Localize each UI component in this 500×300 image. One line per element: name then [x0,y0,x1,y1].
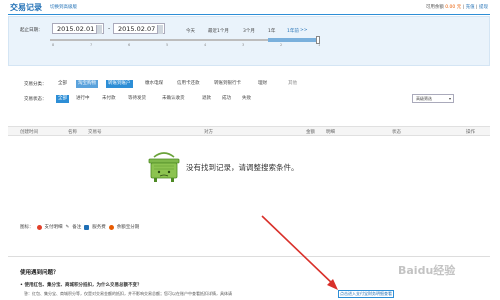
quick-range-3-months[interactable]: 3个月 [243,28,255,34]
legend-service-fee: 服务费 [92,225,106,230]
status-option-all[interactable]: 全部 [56,95,69,103]
quick-range-1-year[interactable]: 1年 [268,28,275,34]
legend-note: 备注 [72,225,82,230]
calendar-icon[interactable] [96,25,102,34]
type-option-other[interactable]: 其他 [286,80,299,88]
calendar-icon[interactable] [157,25,163,34]
column-created-time: 创建时间 [20,130,38,135]
type-option-utilities[interactable]: 缴水电煤 [143,80,165,88]
type-option-all[interactable]: 全部 [56,80,69,88]
status-option-unpaid[interactable]: 未付款 [100,95,118,103]
status-option-refund[interactable]: 退款 [200,95,213,103]
icon-legend: 图标： 支付明细 ✎ 备注 服务费 余额宝分期 [20,224,139,230]
type-option-taobao[interactable]: 淘宝购物 [76,80,98,88]
faq-question: • 使用红包、集分宝、商城积分抵扣，为什么交易总额不变？ [20,283,142,288]
end-date-value: 2015.02.07 [118,25,156,33]
legend-label: 图标： [20,225,34,230]
header-divider [8,14,490,15]
column-counterparty: 对方 [204,130,213,135]
date-slider-range [268,38,318,42]
column-amount: 金额 [306,130,315,135]
note-icon: ✎ [65,224,70,230]
balance-area: 可用余额 0.00 元 | 充值 | 提现 [425,5,488,10]
column-trade-no: 交易号 [88,130,102,135]
slider-tick: 8 [52,43,55,47]
withdraw-link[interactable]: 提现 [479,5,488,10]
quick-range-before-1-year[interactable]: 1年前 [287,28,299,34]
quick-range-1-month[interactable]: 最近1个月 [208,28,229,34]
status-label: 交易状态： [24,97,47,102]
column-detail: 明细 [326,130,335,135]
column-actions: 操作 [466,130,475,135]
slider-tick: 2 [280,43,283,47]
slider-tick: 6 [128,43,131,47]
chevron-right-icon[interactable]: >> [300,28,308,33]
status-option-awaiting-shipment[interactable]: 等待发货 [126,95,148,103]
date-separator: - [108,25,111,32]
status-option-success[interactable]: 成功 [220,95,233,103]
yuebao-installment-icon [108,224,114,230]
type-option-bank-transfer[interactable]: 转账到银行卡 [212,80,243,88]
start-date-input[interactable]: 2015.02.01 [52,23,104,34]
service-fee-icon [84,224,90,230]
start-date-value: 2015.02.01 [57,25,95,33]
type-label: 交易分类： [24,82,47,87]
quick-range-today[interactable]: 今天 [186,28,195,34]
recharge-link[interactable]: 充值 [466,5,475,10]
page-header: 交易记录 切换到高级版 可用余额 0.00 元 | 充值 | 提现 [0,0,500,14]
slider-tick: 5 [166,43,169,47]
slider-tick: 4 [204,43,207,47]
page-title: 交易记录 [10,3,42,12]
finance-detail-link[interactable]: 点击进入支付宝财务明细查看 [338,290,394,298]
empty-message: 没有找到记录，请调整搜索条件。 [186,163,299,172]
legend-payment-detail: 支付明细 [44,225,63,230]
switch-advanced-link[interactable]: 切换到高级版 [50,4,77,10]
watermark-logo: Baidu经验 [398,264,456,277]
advanced-filter-dropdown[interactable]: 高级筛选 [412,94,454,103]
help-title: 使用遇到问题？ [20,270,59,276]
empty-basket-icon [148,152,180,182]
status-option-in-progress[interactable]: 进行中 [74,95,92,103]
slider-tick: 7 [90,43,93,47]
end-date-input[interactable]: 2015.02.07 [113,23,165,34]
balance-label: 可用余额 [425,5,444,10]
column-status: 状态 [392,130,401,135]
table-header: 创建时间 名称 交易号 对方 金额 明细 状态 操作 [8,126,490,136]
type-option-transfer-account[interactable]: 转账到账户 [106,80,133,88]
balance-amount: 0.00 元 [445,5,462,10]
legend-yuebao: 余额宝分期 [116,225,140,230]
status-option-unconfirmed[interactable]: 未确认收货 [160,95,187,103]
slider-tick: 1 [318,43,321,47]
date-label: 起止日期： [20,28,43,33]
status-option-failed[interactable]: 失败 [240,95,253,103]
section-divider [8,256,490,257]
payment-detail-icon [36,224,42,230]
column-name: 名称 [68,130,77,135]
type-option-credit-card[interactable]: 信用卡还款 [175,80,202,88]
faq-question-text: 使用红包、集分宝、商城积分抵扣，为什么交易总额不变？ [24,283,142,288]
slider-tick: 3 [242,43,245,47]
faq-answer: 答：红包、集分宝、商城积分等，仅是对交易金额的抵扣，并不影响交易总额；您可以在账… [24,291,232,296]
type-option-finance[interactable]: 理财 [256,80,269,88]
